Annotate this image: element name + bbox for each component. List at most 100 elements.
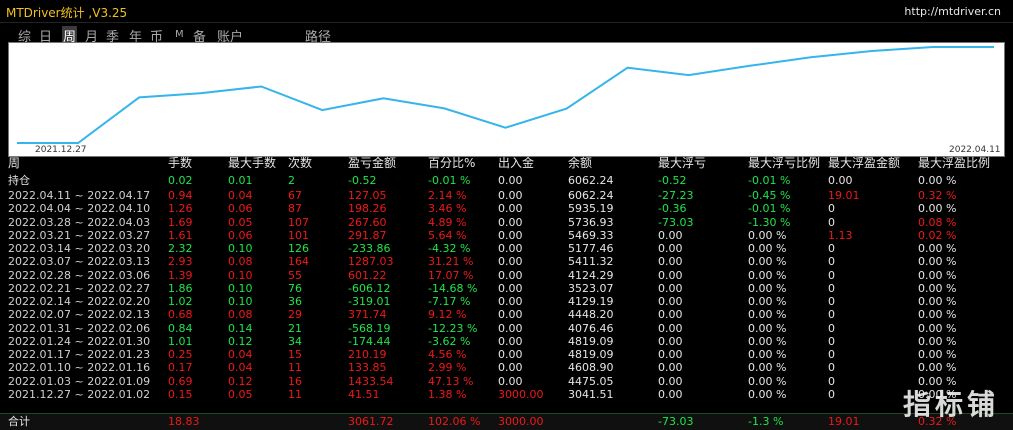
period-cell: 2022.04.11 ~ 2022.04.17 <box>8 189 151 202</box>
total-cell: 3000.00 <box>498 415 544 428</box>
table-cell: 0.00 <box>658 361 683 375</box>
period-cell: 2022.03.14 ~ 2022.03.20 <box>8 242 151 255</box>
table-cell: 0.00 % <box>748 255 787 269</box>
table-header: 周 手数 最大手数 次数 盈亏金额 百分比% 出入金 余额 最大浮亏 最大浮亏比例 最大浮盈金额 最大… <box>0 157 1013 170</box>
table-row[interactable]: 2022.03.07 ~ 2022.03.13 2.93 0.08 164 1287.0… <box>0 255 1013 268</box>
balance-line-chart <box>17 46 994 144</box>
table-cell: 0 <box>828 308 835 322</box>
table-cell: 0.00 <box>498 348 523 361</box>
tab-7[interactable]: M <box>175 29 184 40</box>
table-cell: 0 <box>828 215 835 229</box>
table-cell: 2.14 % <box>428 189 467 202</box>
table-row[interactable]: 2022.01.10 ~ 2022.01.16 0.17 0.04 11 133.85 2… <box>0 361 1013 374</box>
table-cell: 0.08 % <box>918 215 957 229</box>
table-cell: 1.38 % <box>428 387 467 401</box>
table-cell: 0.04 <box>228 348 253 361</box>
table-row[interactable]: 2022.03.14 ~ 2022.03.20 2.32 0.10 126 -233.8… <box>0 242 1013 255</box>
table-row[interactable]: 2022.04.04 ~ 2022.04.10 1.26 0.06 87 198.26 3… <box>0 202 1013 215</box>
table-cell: 0.32 % <box>918 189 957 202</box>
table-cell: 1287.03 <box>348 255 394 269</box>
period-cell: 2022.01.17 ~ 2022.01.23 <box>8 348 151 361</box>
table-cell: 1.69 <box>168 215 193 229</box>
table-cell: 0 <box>828 321 835 335</box>
table-row[interactable]: 2022.03.21 ~ 2022.03.27 1.61 0.06 101 291.87… <box>0 229 1013 242</box>
period-cell: 2022.01.03 ~ 2022.01.09 <box>8 374 151 388</box>
table-row[interactable]: 2022.01.17 ~ 2022.01.23 0.25 0.04 15 210.19 4… <box>0 348 1013 361</box>
table-cell: 29 <box>288 308 302 322</box>
table-cell: 17.07 % <box>428 268 474 282</box>
period-cell: 2022.04.04 ~ 2022.04.10 <box>8 202 151 216</box>
website-link[interactable]: http://mtdriver.cn <box>904 5 1001 18</box>
period-cell: 2022.02.07 ~ 2022.02.13 <box>8 308 151 322</box>
column-header: 手数 <box>168 156 193 170</box>
table-cell: 0 <box>828 255 835 269</box>
table-cell: 0 <box>828 374 835 388</box>
table-cell: 0.00 <box>658 268 683 282</box>
table-cell: 0.05 <box>228 215 253 229</box>
table-cell: 0.94 <box>168 189 193 202</box>
table-cell: 5177.46 <box>568 242 614 255</box>
table-row[interactable]: 2021.12.27 ~ 2022.01.02 0.15 0.05 11 41.51 1.… <box>0 388 1013 401</box>
table-cell: 0.00 <box>658 308 683 322</box>
table-cell: -174.44 <box>348 334 391 348</box>
table-row[interactable]: 2022.01.24 ~ 2022.01.30 1.01 0.12 34 -174.44… <box>0 335 1013 348</box>
table-cell: 6062.24 <box>568 174 614 187</box>
table-cell: 9.12 % <box>428 308 467 322</box>
table-cell: 0.00 <box>658 281 683 295</box>
table-cell: 34 <box>288 334 302 348</box>
total-cell: 3061.72 <box>348 415 394 428</box>
table-cell: -27.23 <box>658 189 694 202</box>
table-row[interactable]: 2022.01.31 ~ 2022.02.06 0.84 0.14 21 -568.19… <box>0 322 1013 335</box>
table-cell: 0.02 <box>168 174 193 187</box>
table-cell: 1.02 <box>168 295 193 308</box>
table-cell: 5411.32 <box>568 255 614 269</box>
table-cell: 267.60 <box>348 215 387 229</box>
table-row[interactable]: 2022.01.03 ~ 2022.01.09 0.69 0.12 16 1433.54… <box>0 375 1013 388</box>
table-cell: 0.14 <box>228 321 253 335</box>
table-cell: 0.00 % <box>748 228 787 242</box>
table-cell: 0.00 <box>658 321 683 335</box>
column-header: 最大浮亏 <box>658 156 707 170</box>
table-row[interactable]: 2022.02.28 ~ 2022.03.06 1.39 0.10 55 601.22 1… <box>0 269 1013 282</box>
table-cell: 4076.46 <box>568 321 614 335</box>
table-cell: -0.52 <box>348 174 377 187</box>
table-cell: 0.00 % <box>748 387 787 401</box>
table-cell: 4.56 % <box>428 348 467 361</box>
table-cell: 0.00 <box>658 374 683 388</box>
table-cell: 0.02 % <box>918 228 957 242</box>
table-row[interactable]: 2022.02.14 ~ 2022.02.20 1.02 0.10 36 -319.01… <box>0 295 1013 308</box>
table-cell: 1.61 <box>168 228 193 242</box>
table-cell: -0.36 <box>658 202 687 216</box>
table-cell: 0.00 <box>498 189 523 202</box>
table-row[interactable]: 2022.02.21 ~ 2022.02.27 1.86 0.10 76 -606.12… <box>0 282 1013 295</box>
table-row[interactable]: 2022.04.11 ~ 2022.04.17 0.94 0.04 67 127.05 2… <box>0 189 1013 202</box>
period-cell: 2022.03.21 ~ 2022.03.27 <box>8 228 151 242</box>
table-row[interactable]: 2022.03.28 ~ 2022.04.03 1.69 0.05 107 267.60… <box>0 216 1013 229</box>
table-cell: 0.04 <box>228 361 253 375</box>
table-cell: 15 <box>288 348 302 361</box>
table-cell: -3.62 % <box>428 334 471 348</box>
table-cell: 0.00 % <box>748 321 787 335</box>
table-cell: 101 <box>288 228 309 242</box>
period-cell: 2021.12.27 ~ 2022.01.02 <box>8 387 151 401</box>
table-cell: 0 <box>828 202 835 216</box>
table-cell: 0.00 % <box>918 308 957 322</box>
table-cell: 371.74 <box>348 308 387 322</box>
table-cell: 0.00 <box>498 202 523 216</box>
table-cell: 3523.07 <box>568 281 614 295</box>
table-cell: 11 <box>288 387 302 401</box>
column-header: 最大手数 <box>228 156 277 170</box>
table-cell: 5.64 % <box>428 228 467 242</box>
table-cell: 0.00 % <box>918 255 957 269</box>
watermark-logo: 指标铺 <box>902 388 999 421</box>
total-cell: -73.03 <box>658 415 694 428</box>
table-row[interactable]: 2022.02.07 ~ 2022.02.13 0.68 0.08 29 371.74 9… <box>0 308 1013 321</box>
table-cell: 16 <box>288 374 302 388</box>
table-cell: 0.00 % <box>918 295 957 308</box>
table-cell: 0.00 <box>498 174 523 187</box>
table-cell: 0.00 % <box>918 268 957 282</box>
table-cell: 291.87 <box>348 228 387 242</box>
table-cell: 0.69 <box>168 374 193 388</box>
table-cell: 0.00 <box>498 255 523 269</box>
table-cell: 0.00 <box>498 321 523 335</box>
